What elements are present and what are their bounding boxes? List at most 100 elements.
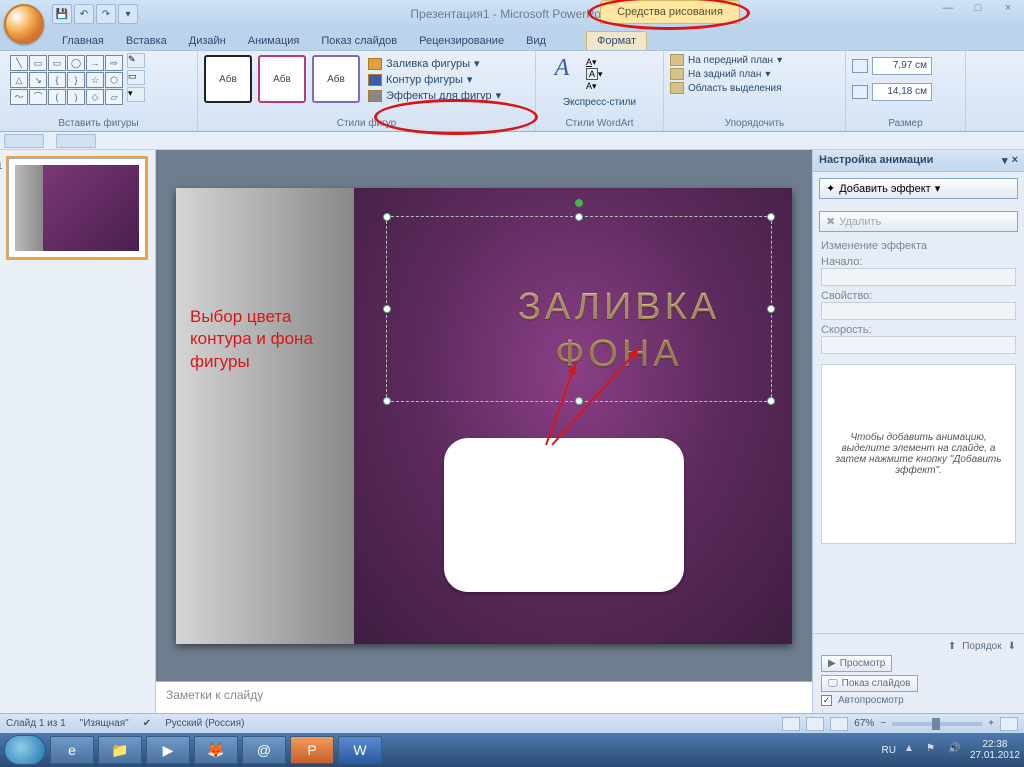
zoom-slider[interactable] [892,722,982,726]
outline-tab-button[interactable] [4,134,44,148]
preview-button[interactable]: ▶ Просмотр [821,655,892,672]
tab-insert[interactable]: Вставка [116,32,177,50]
slides-tab-button[interactable] [56,134,96,148]
shape-outline-button[interactable]: Контур фигуры ▾ [368,73,501,86]
spellcheck-icon[interactable]: ✔ [143,718,151,729]
resize-handle[interactable] [383,397,391,405]
slide-canvas-area[interactable]: Выбор цвета контура и фона фигуры ЗАЛИВК… [156,150,812,681]
maximize-button[interactable]: □ [968,2,988,16]
start-label: Начало: [821,256,1016,268]
workspace: 1 Выбор цвета контура и фона фигуры [0,150,1024,713]
task-explorer[interactable]: 📁 [98,736,142,764]
task-mail[interactable]: @ [242,736,286,764]
zoom-in-icon[interactable]: + [988,718,994,729]
slide[interactable]: Выбор цвета контура и фона фигуры ЗАЛИВК… [176,188,792,644]
sub-toolbar [0,132,1024,150]
star-icon: ✦ [826,182,835,195]
slideshow-view-button[interactable] [830,717,848,731]
style-preset-2[interactable]: Абв [258,55,306,103]
tab-review[interactable]: Рецензирование [409,32,514,50]
tab-home[interactable]: Главная [52,32,114,50]
slide-counter: Слайд 1 из 1 [6,718,66,729]
tray-network-icon[interactable]: ⚑ [926,743,940,757]
shapes-more[interactable]: ✎▭▾ [127,53,145,105]
width-icon [852,85,868,99]
resize-handle[interactable] [383,305,391,313]
task-media[interactable]: ▶ [146,736,190,764]
shape-effects-button[interactable]: Эффекты для фигур ▾ [368,89,501,102]
order-up-icon[interactable]: ⬆ [948,641,956,652]
wordart-gallery[interactable]: A [542,55,582,95]
theme-name: "Изящная" [80,718,129,729]
slide-editor: Выбор цвета контура и фона фигуры ЗАЛИВК… [156,150,812,713]
qat-more-icon[interactable]: ▾ [118,4,138,24]
wordart-title[interactable]: ЗАЛИВКА ФОНА [476,284,762,379]
tray-volume-icon[interactable]: 🔊 [948,743,962,757]
wordart-effects[interactable]: A▾ [586,81,603,92]
tray-flag-icon[interactable]: ▲ [904,743,918,757]
resize-handle[interactable] [383,213,391,221]
shapes-gallery[interactable]: ╲▭▭◯→⇨ △↘{}☆⬡ 〜⌒()◇▱ [10,55,123,105]
rotate-handle-icon[interactable] [575,199,583,207]
task-word[interactable]: W [338,736,382,764]
tab-format[interactable]: Формат [586,31,647,50]
zoom-out-icon[interactable]: − [880,718,886,729]
shape-width[interactable]: 14,18 см [852,83,959,101]
sorter-view-button[interactable] [806,717,824,731]
order-down-icon[interactable]: ⬇ [1008,641,1016,652]
start-button[interactable] [4,735,46,765]
contextual-tab-label: Средства рисования [600,0,740,24]
task-firefox[interactable]: 🦊 [194,736,238,764]
shape-style-gallery[interactable]: Абв Абв Абв [204,55,360,103]
task-ie[interactable]: e [50,736,94,764]
save-icon[interactable]: 💾 [52,4,72,24]
selection-pane-button[interactable]: Область выделения [670,82,839,94]
rounded-rectangle-shape[interactable] [444,438,684,592]
redo-icon[interactable]: ↷ [96,4,116,24]
minimize-button[interactable]: — [938,2,958,16]
tab-animation[interactable]: Анимация [238,32,310,50]
resize-handle[interactable] [575,213,583,221]
style-preset-3[interactable]: Абв [312,55,360,103]
taskpane-dropdown-icon[interactable]: ▾ [1002,154,1008,167]
fit-to-window-button[interactable] [1000,717,1018,731]
resize-handle[interactable] [575,397,583,405]
slideshow-button[interactable]: 🖵 Показ слайдов [821,675,918,692]
speed-select[interactable] [821,336,1016,354]
taskpane-close-button[interactable]: × [1012,154,1018,167]
notes-pane[interactable]: Заметки к слайду [156,681,812,713]
autopreview-checkbox[interactable]: ✓ [821,695,832,706]
tray-clock[interactable]: 22:38 27.01.2012 [970,739,1020,761]
office-button[interactable] [4,4,44,44]
property-select[interactable] [821,302,1016,320]
wordart-fill[interactable]: A▾ [586,57,603,68]
group-shape-styles: Абв Абв Абв Заливка фигуры ▾ Контур фигу… [198,51,536,131]
shape-height[interactable]: 7,97 см [852,57,959,75]
tray-lang[interactable]: RU [881,745,895,756]
add-effect-button[interactable]: ✦Добавить эффект ▾ [819,178,1018,199]
slide-thumbnail-1[interactable]: 1 [8,158,146,258]
tab-view[interactable]: Вид [516,32,556,50]
language-indicator[interactable]: Русский (Россия) [165,718,244,729]
normal-view-button[interactable] [782,717,800,731]
wordart-outline[interactable]: A▾ [586,69,603,80]
resize-handle[interactable] [767,397,775,405]
start-select[interactable] [821,268,1016,286]
resize-handle[interactable] [767,213,775,221]
send-to-back-button[interactable]: На задний план ▾ [670,68,839,80]
close-button[interactable]: × [998,2,1018,16]
undo-icon[interactable]: ↶ [74,4,94,24]
effects-icon [368,90,382,102]
tab-slideshow[interactable]: Показ слайдов [311,32,407,50]
tab-design[interactable]: Дизайн [179,32,236,50]
style-preset-1[interactable]: Абв [204,55,252,103]
group-label-size: Размер [846,118,965,129]
remove-icon: ✖ [826,215,835,228]
shape-fill-button[interactable]: Заливка фигуры ▾ [368,57,501,70]
titlebar: 💾 ↶ ↷ ▾ Презентация1 - Microsoft PowerPo… [0,0,1024,28]
bring-to-front-button[interactable]: На передний план ▾ [670,54,839,66]
resize-handle[interactable] [767,305,775,313]
thumbnail-panel[interactable]: 1 [0,150,156,713]
task-powerpoint[interactable]: P [290,736,334,764]
zoom-level[interactable]: 67% [854,718,874,729]
